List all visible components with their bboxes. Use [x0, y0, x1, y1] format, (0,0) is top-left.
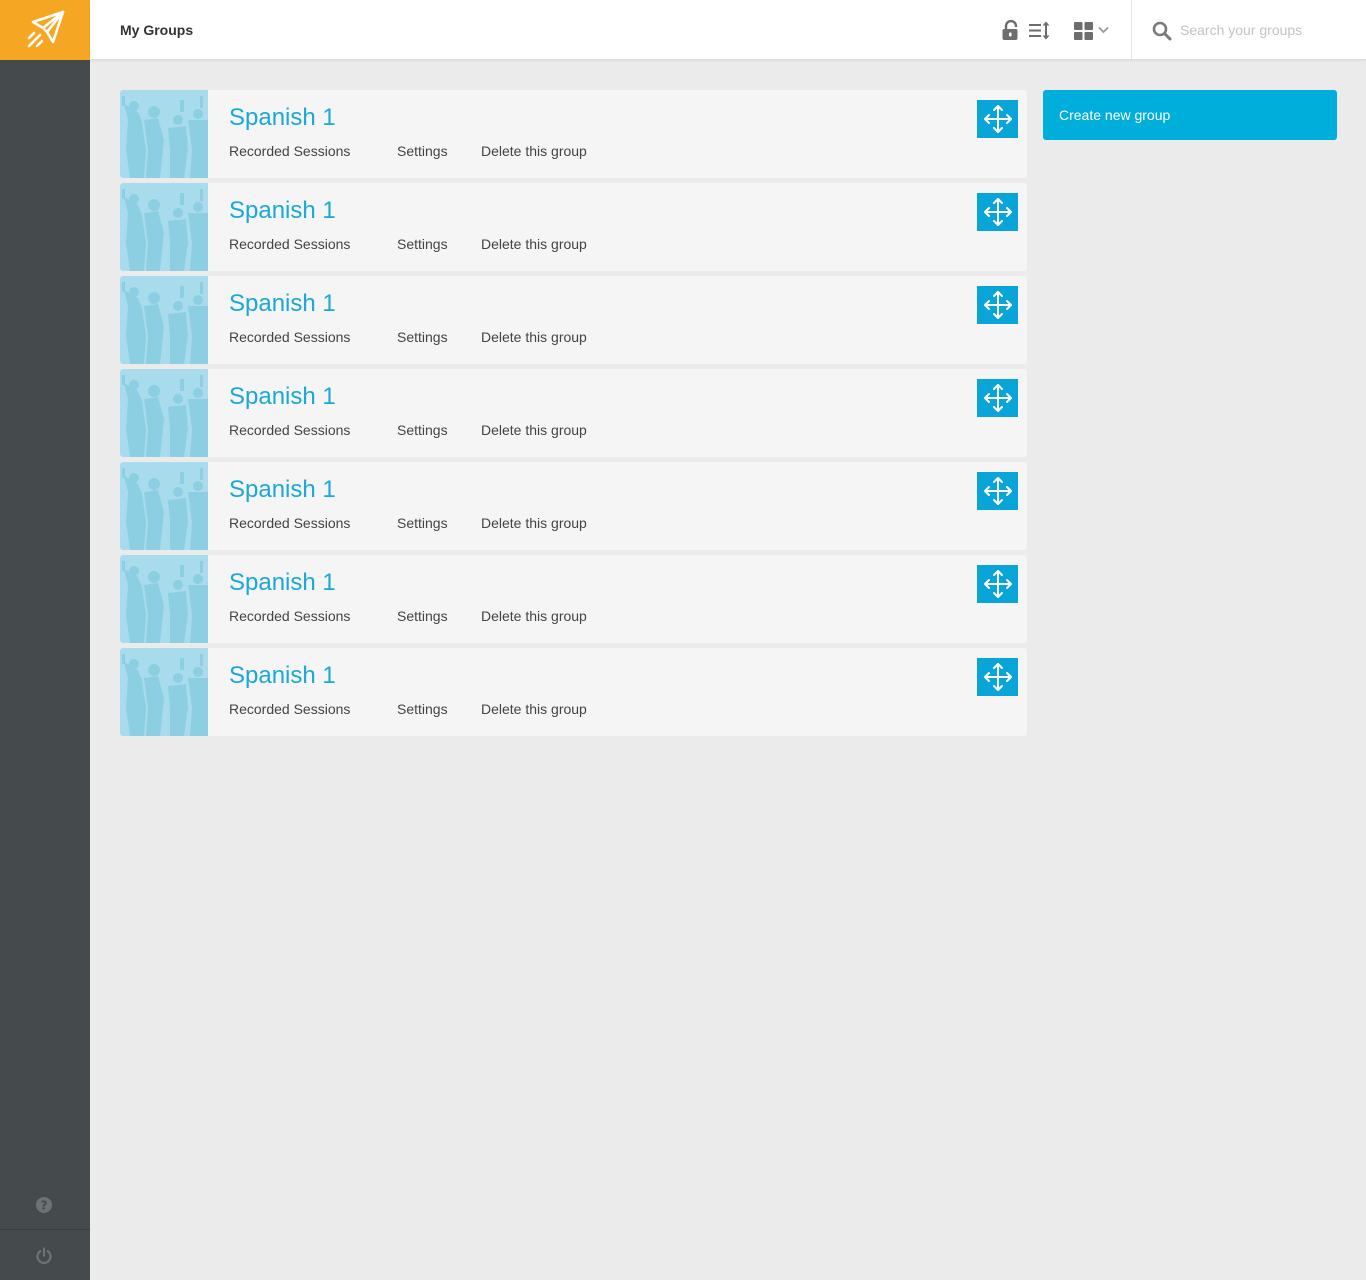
- delete-group-link[interactable]: Delete this group: [481, 608, 587, 624]
- recorded-sessions-link[interactable]: Recorded Sessions: [229, 515, 350, 531]
- group-card[interactable]: Spanish 1 Recorded Sessions Settings Del…: [120, 648, 1027, 736]
- delete-group-link[interactable]: Delete this group: [481, 701, 587, 717]
- help-icon[interactable]: ?: [35, 1196, 53, 1214]
- create-new-group-button[interactable]: Create new group: [1043, 90, 1337, 140]
- move-arrows-icon: [983, 198, 1012, 226]
- group-name[interactable]: Spanish 1: [229, 104, 336, 132]
- move-arrows-icon: [983, 663, 1012, 691]
- settings-link[interactable]: Settings: [397, 515, 448, 531]
- move-arrows-icon: [983, 291, 1012, 319]
- delete-group-link[interactable]: Delete this group: [481, 236, 587, 252]
- group-thumbnail: [120, 90, 208, 178]
- group-card[interactable]: Spanish 1 Recorded Sessions Settings Del…: [120, 462, 1027, 550]
- page-title: My Groups: [120, 22, 194, 38]
- group-name[interactable]: Spanish 1: [229, 383, 336, 411]
- move-handle[interactable]: [977, 658, 1018, 696]
- group-thumbnail: [120, 555, 208, 643]
- delete-group-link[interactable]: Delete this group: [481, 515, 587, 531]
- settings-link[interactable]: Settings: [397, 329, 448, 345]
- move-handle[interactable]: [977, 565, 1018, 603]
- group-card[interactable]: Spanish 1 Recorded Sessions Settings Del…: [120, 90, 1027, 178]
- svg-text:?: ?: [41, 1199, 48, 1213]
- group-card[interactable]: Spanish 1 Recorded Sessions Settings Del…: [120, 276, 1027, 364]
- settings-link[interactable]: Settings: [397, 143, 448, 159]
- group-card[interactable]: Spanish 1 Recorded Sessions Settings Del…: [120, 183, 1027, 271]
- move-handle[interactable]: [977, 100, 1018, 138]
- group-thumbnail: [120, 183, 208, 271]
- group-name[interactable]: Spanish 1: [229, 290, 336, 318]
- move-arrows-icon: [983, 477, 1012, 505]
- settings-link[interactable]: Settings: [397, 701, 448, 717]
- group-card[interactable]: Spanish 1 Recorded Sessions Settings Del…: [120, 369, 1027, 457]
- group-thumbnail: [120, 462, 208, 550]
- recorded-sessions-link[interactable]: Recorded Sessions: [229, 236, 350, 252]
- group-thumbnail: [120, 276, 208, 364]
- recorded-sessions-link[interactable]: Recorded Sessions: [229, 143, 350, 159]
- app-logo[interactable]: [0, 0, 90, 60]
- group-name[interactable]: Spanish 1: [229, 662, 336, 690]
- move-handle[interactable]: [977, 193, 1018, 231]
- group-card[interactable]: Spanish 1 Recorded Sessions Settings Del…: [120, 555, 1027, 643]
- search-icon: [1152, 21, 1172, 41]
- recorded-sessions-link[interactable]: Recorded Sessions: [229, 608, 350, 624]
- delete-group-link[interactable]: Delete this group: [481, 329, 587, 345]
- settings-link[interactable]: Settings: [397, 608, 448, 624]
- chevron-down-icon[interactable]: [1098, 26, 1109, 34]
- sidebar: ?: [0, 0, 90, 1280]
- group-name[interactable]: Spanish 1: [229, 569, 336, 597]
- move-arrows-icon: [983, 105, 1012, 133]
- group-name[interactable]: Spanish 1: [229, 197, 336, 225]
- move-handle[interactable]: [977, 379, 1018, 417]
- move-arrows-icon: [983, 384, 1012, 412]
- delete-group-link[interactable]: Delete this group: [481, 422, 587, 438]
- move-handle[interactable]: [977, 286, 1018, 324]
- topbar-divider: [1131, 0, 1132, 60]
- sort-icon[interactable]: [1029, 20, 1051, 41]
- sidebar-divider: [0, 1229, 90, 1230]
- recorded-sessions-link[interactable]: Recorded Sessions: [229, 422, 350, 438]
- group-list: Spanish 1 Recorded Sessions Settings Del…: [120, 90, 1027, 741]
- grid-view-icon[interactable]: [1073, 21, 1095, 41]
- move-handle[interactable]: [977, 472, 1018, 510]
- unlock-icon[interactable]: [1001, 20, 1021, 41]
- search-input[interactable]: [1180, 18, 1360, 42]
- delete-group-link[interactable]: Delete this group: [481, 143, 587, 159]
- paper-plane-logo-icon: [27, 10, 65, 48]
- settings-link[interactable]: Settings: [397, 236, 448, 252]
- group-thumbnail: [120, 369, 208, 457]
- recorded-sessions-link[interactable]: Recorded Sessions: [229, 329, 350, 345]
- group-thumbnail: [120, 648, 208, 736]
- top-bar: My Groups: [90, 0, 1366, 60]
- move-arrows-icon: [983, 570, 1012, 598]
- settings-link[interactable]: Settings: [397, 422, 448, 438]
- power-icon[interactable]: [35, 1247, 53, 1265]
- group-name[interactable]: Spanish 1: [229, 476, 336, 504]
- recorded-sessions-link[interactable]: Recorded Sessions: [229, 701, 350, 717]
